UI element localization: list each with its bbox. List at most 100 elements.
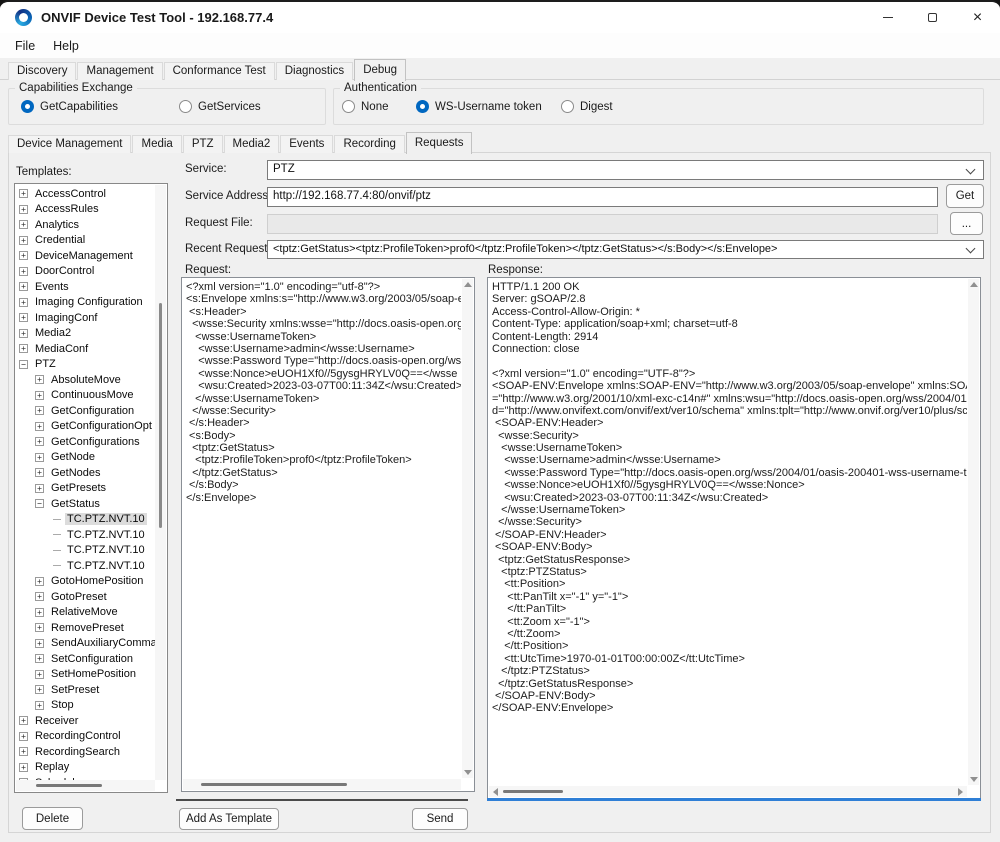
expand-icon[interactable]: +	[19, 205, 28, 214]
tree-item-sendauxiliarycomma[interactable]: +SendAuxiliaryComma	[15, 636, 155, 652]
tree-item-mediaconf[interactable]: +MediaConf	[15, 341, 155, 357]
add-as-template-button[interactable]: Add As Template	[179, 808, 279, 830]
tree-horizontal-scrollbar[interactable]	[16, 780, 155, 791]
service-select[interactable]: PTZ	[267, 160, 984, 180]
expand-icon[interactable]: +	[19, 236, 28, 245]
scroll-up-icon[interactable]	[464, 282, 472, 287]
tree-item-credential[interactable]: +Credential	[15, 233, 155, 249]
tab-discovery[interactable]: Discovery	[8, 62, 76, 80]
tree-item-replay[interactable]: +Replay	[15, 760, 155, 776]
tree-item-tc-ptz-nvt-10[interactable]: TC.PTZ.NVT.10	[15, 543, 155, 559]
request-horizontal-scrollbar[interactable]	[183, 779, 461, 790]
radio-icon[interactable]	[416, 100, 429, 113]
expand-icon[interactable]: +	[35, 608, 44, 617]
expand-icon[interactable]: +	[19, 716, 28, 725]
tree-hscroll-thumb[interactable]	[36, 784, 102, 787]
tab-events[interactable]: Events	[280, 135, 333, 153]
tree-item-gotohomeposition[interactable]: +GotoHomePosition	[15, 574, 155, 590]
radio-getservices[interactable]: GetServices	[179, 100, 261, 113]
tree-vscroll-thumb[interactable]	[159, 303, 162, 528]
expand-icon[interactable]: +	[35, 592, 44, 601]
expand-icon[interactable]: +	[35, 639, 44, 648]
tree-item-gotopreset[interactable]: +GotoPreset	[15, 589, 155, 605]
tree-item-imaging-configuration[interactable]: +Imaging Configuration	[15, 295, 155, 311]
collapse-icon[interactable]: −	[35, 499, 44, 508]
minimize-button[interactable]	[865, 2, 910, 33]
scroll-up-icon[interactable]	[970, 282, 978, 287]
expand-icon[interactable]: +	[19, 298, 28, 307]
tree-item-recordingsearch[interactable]: +RecordingSearch	[15, 744, 155, 760]
expand-icon[interactable]: +	[35, 654, 44, 663]
expand-icon[interactable]: +	[35, 623, 44, 632]
tree-item-imagingconf[interactable]: +ImagingConf	[15, 310, 155, 326]
tree-item-doorcontrol[interactable]: +DoorControl	[15, 264, 155, 280]
expand-icon[interactable]: +	[35, 406, 44, 415]
get-button[interactable]: Get	[946, 184, 984, 208]
expand-icon[interactable]: +	[35, 437, 44, 446]
expand-icon[interactable]: +	[19, 282, 28, 291]
expand-icon[interactable]: +	[35, 422, 44, 431]
tab-requests[interactable]: Requests	[406, 132, 473, 154]
expand-icon[interactable]: +	[35, 375, 44, 384]
radio-icon[interactable]	[561, 100, 574, 113]
request-file-input[interactable]	[267, 214, 938, 234]
tree-item-removepreset[interactable]: +RemovePreset	[15, 620, 155, 636]
tree-item-recordingcontrol[interactable]: +RecordingControl	[15, 729, 155, 745]
tree-item-accessrules[interactable]: +AccessRules	[15, 202, 155, 218]
tab-media[interactable]: Media	[132, 135, 181, 153]
tree-item-getstatus[interactable]: −GetStatus	[15, 496, 155, 512]
tab-conformance-test[interactable]: Conformance Test	[164, 62, 275, 80]
expand-icon[interactable]: +	[35, 468, 44, 477]
tree-item-tc-ptz-nvt-10[interactable]: TC.PTZ.NVT.10	[15, 527, 155, 543]
response-vertical-scrollbar[interactable]	[968, 279, 979, 785]
expand-icon[interactable]: +	[19, 189, 28, 198]
scroll-right-icon[interactable]	[958, 788, 963, 796]
request-textarea[interactable]: <?xml version="1.0" encoding="utf-8"?><s…	[181, 277, 475, 792]
menu-help[interactable]: Help	[44, 36, 88, 56]
radio-none[interactable]: None	[342, 100, 389, 113]
expand-icon[interactable]: +	[35, 391, 44, 400]
radio-ws-username-token[interactable]: WS-Username token	[416, 100, 542, 113]
radio-digest[interactable]: Digest	[561, 100, 613, 113]
scroll-left-icon[interactable]	[493, 788, 498, 796]
expand-icon[interactable]: +	[19, 732, 28, 741]
tree-item-accesscontrol[interactable]: +AccessControl	[15, 186, 155, 202]
tree-item-sethomeposition[interactable]: +SetHomePosition	[15, 667, 155, 683]
tree-item-getconfiguration[interactable]: +GetConfiguration	[15, 403, 155, 419]
tab-recording[interactable]: Recording	[334, 135, 404, 153]
tree-item-getpresets[interactable]: +GetPresets	[15, 481, 155, 497]
tree-item-stop[interactable]: +Stop	[15, 698, 155, 714]
send-button[interactable]: Send	[412, 808, 468, 830]
expand-icon[interactable]: +	[35, 685, 44, 694]
tree-item-tc-ptz-nvt-10[interactable]: TC.PTZ.NVT.10	[15, 512, 155, 528]
expand-icon[interactable]: +	[19, 313, 28, 322]
radio-icon[interactable]	[21, 100, 34, 113]
tree-item-media2[interactable]: +Media2	[15, 326, 155, 342]
tab-ptz[interactable]: PTZ	[183, 135, 223, 153]
tab-management[interactable]: Management	[77, 62, 162, 80]
expand-icon[interactable]: +	[19, 344, 28, 353]
tree-item-getconfigurations[interactable]: +GetConfigurations	[15, 434, 155, 450]
tree-vertical-scrollbar[interactable]	[155, 185, 166, 780]
expand-icon[interactable]: +	[35, 670, 44, 679]
tab-media2[interactable]: Media2	[224, 135, 280, 153]
maximize-button[interactable]	[910, 2, 955, 33]
expand-icon[interactable]: +	[35, 701, 44, 710]
tree-item-getconfigurationopt[interactable]: +GetConfigurationOpt	[15, 419, 155, 435]
tree-item-receiver[interactable]: +Receiver	[15, 713, 155, 729]
expand-icon[interactable]: +	[19, 763, 28, 772]
expand-icon[interactable]: +	[35, 453, 44, 462]
response-hscroll-thumb[interactable]	[503, 790, 563, 793]
tree-item-events[interactable]: +Events	[15, 279, 155, 295]
service-address-input[interactable]: http://192.168.77.4:80/onvif/ptz	[267, 187, 938, 207]
tab-diagnostics[interactable]: Diagnostics	[276, 62, 353, 80]
scroll-down-icon[interactable]	[464, 770, 472, 775]
tree-item-getnodes[interactable]: +GetNodes	[15, 465, 155, 481]
tab-debug[interactable]: Debug	[354, 59, 406, 81]
tree-item-setconfiguration[interactable]: +SetConfiguration	[15, 651, 155, 667]
tree-item-absolutemove[interactable]: +AbsoluteMove	[15, 372, 155, 388]
request-hscroll-thumb[interactable]	[201, 783, 347, 786]
tree-item-continuousmove[interactable]: +ContinuousMove	[15, 388, 155, 404]
tree-item-relativemove[interactable]: +RelativeMove	[15, 605, 155, 621]
response-horizontal-scrollbar[interactable]	[489, 786, 967, 797]
